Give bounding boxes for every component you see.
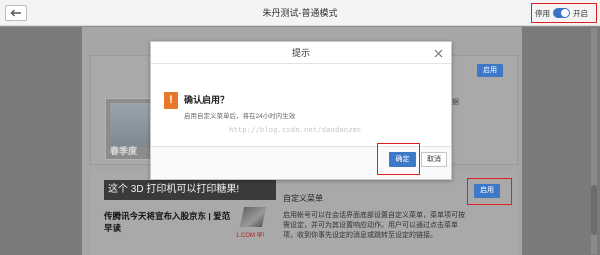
highlight-box-ok <box>377 143 420 175</box>
highlight-box-enable <box>467 178 512 205</box>
cancel-button[interactable]: 取消 <box>421 152 447 167</box>
preview-caption: 春季度 <box>110 146 138 156</box>
mode-toggle[interactable] <box>553 8 570 18</box>
logo-text: 1.COM 早! <box>236 233 265 239</box>
close-button[interactable] <box>431 46 445 60</box>
exclamation-icon: ! <box>164 92 178 109</box>
banner-title: 这个 3D 打印机可以打印糖果! <box>104 180 276 200</box>
custom-menu-description: 启用帐号可以在会话界面底部设置自定义菜单，菜单项可按需设定，并可为其设置响应动作… <box>283 212 465 239</box>
page-title: 朱丹测试-普通模式 <box>262 8 338 18</box>
enable-button-1[interactable]: 启用 <box>477 64 503 77</box>
watermark: http://blog.csdn.net/dandanzmc <box>229 126 362 134</box>
news-title: 传腾讯今天将宣布入股京东 | 爱范早读 <box>104 211 231 233</box>
logo-image: 1.COM 早! <box>236 205 272 239</box>
logo-shape <box>239 207 267 227</box>
scrollbar-thumb[interactable] <box>591 185 597 235</box>
mode-off-label: 停用 <box>535 8 550 18</box>
card1-trailing-text: 据 <box>452 99 459 106</box>
mode-toggle-group: 停用 开启 <box>531 3 597 23</box>
close-icon <box>434 49 442 57</box>
toggle-knob <box>561 9 569 17</box>
dialog-header: 提示 <box>151 42 451 64</box>
dialog-message: 启用自定义菜单后，将在24小时内生效 <box>184 113 296 120</box>
dialog-heading: 确认启用？ <box>184 95 230 105</box>
dialog-title: 提示 <box>291 48 310 58</box>
custom-menu-title: 自定义菜单 <box>283 194 323 203</box>
mode-on-label: 开启 <box>573 8 588 18</box>
